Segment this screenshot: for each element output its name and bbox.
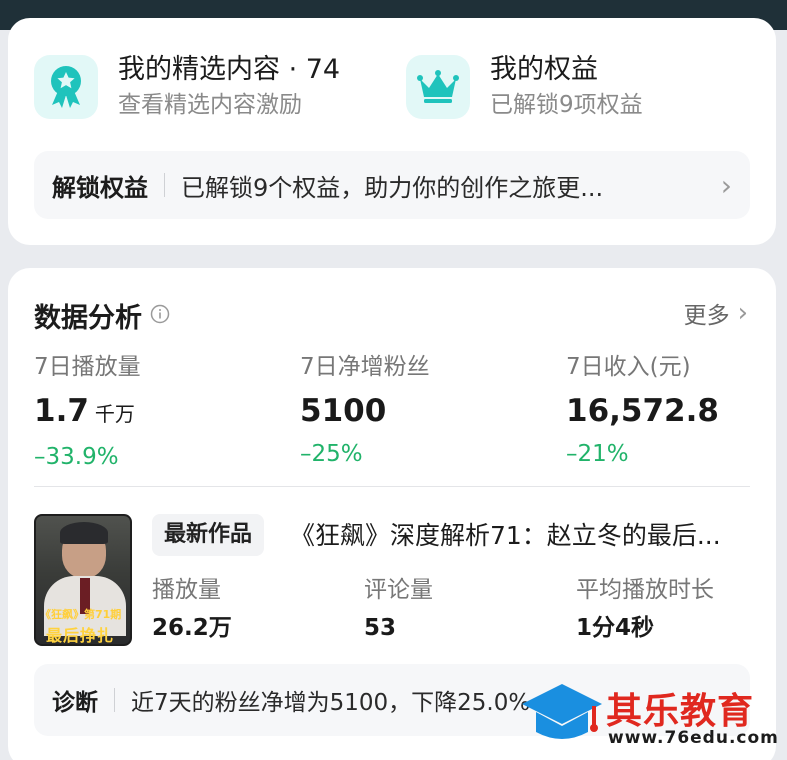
- diagnosis-label: 诊断: [52, 690, 98, 716]
- watermark-logo: 其乐教育 www.76edu.com: [520, 676, 782, 756]
- latest-work-badge: 最新作品: [152, 514, 265, 556]
- logo-url: www.76edu.com: [608, 728, 779, 748]
- more-label: 更多: [683, 303, 730, 329]
- work-stat-value: 1分4秒: [576, 615, 655, 641]
- thumbnail-caption-bottom: 最后挣扎: [46, 626, 115, 645]
- stat-value: 16,572.8: [566, 393, 719, 429]
- work-stat-value: 26.2万: [152, 615, 232, 641]
- stat-label: 7日播放量: [34, 354, 141, 380]
- featured-content-entry[interactable]: 我的精选内容 · 74 查看精选内容激励: [34, 52, 340, 122]
- stat-value: 1.7 千万: [34, 388, 141, 437]
- work-stat-avg-duration: 平均播放时长 1分4秒: [576, 574, 714, 646]
- stat-7day-net-fans[interactable]: 7日净增粉丝 5100 –25%: [300, 350, 430, 470]
- crown-icon: [406, 55, 470, 119]
- my-benefits-entry[interactable]: 我的权益 已解锁9项权益: [406, 52, 643, 122]
- stat-label: 7日收入(元): [566, 354, 691, 380]
- separator: [164, 173, 165, 197]
- work-stat-label: 平均播放时长: [576, 577, 714, 603]
- more-link[interactable]: 更多 ›: [684, 296, 748, 330]
- unlock-benefits-text: 已解锁9个权益，助力你的创作之旅更...: [181, 173, 604, 202]
- work-stat-value: 53: [364, 615, 397, 641]
- stat-value: 5100: [300, 393, 387, 429]
- stat-7day-plays[interactable]: 7日播放量 1.7 千万 –33.9%: [34, 350, 141, 473]
- work-stat-label: 播放量: [152, 577, 221, 603]
- stat-label: 7日净增粉丝: [300, 354, 430, 380]
- chevron-right-icon: ›: [737, 298, 748, 328]
- divider: [34, 486, 750, 487]
- analytics-title: 数据分析: [34, 296, 170, 335]
- stat-7day-income[interactable]: 7日收入(元) 16,572.8 –21%: [566, 350, 719, 470]
- stat-unit: 千万: [94, 402, 135, 426]
- info-icon[interactable]: [150, 300, 170, 331]
- ribbon-badge-icon: [34, 55, 98, 119]
- analytics-title-text: 数据分析: [34, 303, 142, 334]
- work-stat-comments: 评论量 53: [364, 574, 433, 646]
- stat-change: –25%: [300, 441, 363, 467]
- work-stat-label: 评论量: [364, 577, 433, 603]
- my-benefits-subtitle: 已解锁9项权益: [490, 92, 643, 118]
- latest-work-title[interactable]: 《狂飙》深度解析71：赵立冬的最后...: [290, 518, 756, 554]
- logo-name: 其乐教育: [606, 691, 755, 732]
- stat-number: 1.7: [34, 393, 89, 429]
- my-benefits-title: 我的权益: [490, 54, 598, 85]
- thumbnail-caption-top: 《狂飙》第71期: [40, 608, 122, 621]
- featured-content-subtitle: 查看精选内容激励: [118, 92, 302, 118]
- unlock-benefits-label: 解锁权益: [52, 173, 148, 202]
- graduation-cap-icon: [522, 684, 602, 739]
- featured-content-title: 我的精选内容 · 74: [118, 54, 341, 85]
- work-stat-plays: 播放量 26.2万: [152, 574, 232, 646]
- separator: [114, 688, 115, 712]
- thumb-hair: [60, 522, 108, 544]
- benefits-card: 我的精选内容 · 74 查看精选内容激励 我的权益 已解锁9项权益 解锁权益 已…: [8, 18, 776, 245]
- stat-change: –33.9%: [34, 444, 119, 470]
- diagnosis-text: 近7天的粉丝净增为5100，下降25.0%: [131, 690, 531, 716]
- stat-change: –21%: [566, 441, 629, 467]
- chevron-right-icon: ›: [720, 168, 732, 202]
- unlock-benefits-banner[interactable]: 解锁权益 已解锁9个权益，助力你的创作之旅更... ›: [34, 151, 750, 219]
- latest-work-thumbnail[interactable]: 《狂飙》第71期 最后挣扎: [34, 514, 132, 646]
